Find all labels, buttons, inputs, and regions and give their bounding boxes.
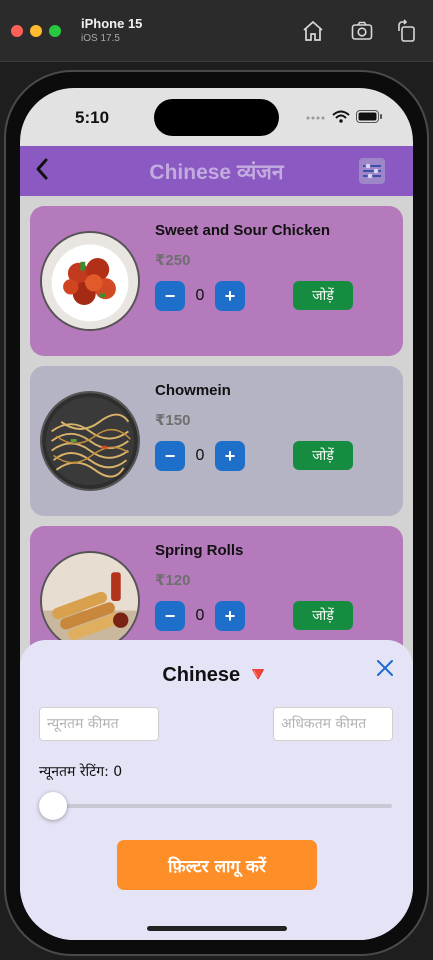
close-icon[interactable]: [375, 658, 395, 678]
close-window-button[interactable]: [11, 25, 23, 37]
filter-sheet: Chinese 🔻 न्यूनतम रेटिंग: 0 फ़िल्टर लागू…: [20, 640, 413, 940]
sheet-title: Chinese 🔻: [162, 664, 271, 686]
item-name: Sweet and Sour Chicken: [155, 222, 331, 239]
os-version: iOS 17.5: [81, 33, 120, 44]
signal-icon: [306, 116, 325, 119]
quantity-value: 0: [195, 287, 205, 304]
menu-item-card: Chowmein ₹150 − 0 + जोड़ें: [30, 366, 403, 516]
min-rating-label: न्यूनतम रेटिंग: 0: [39, 764, 123, 780]
food-image: [40, 231, 140, 331]
max-price-input[interactable]: [273, 707, 393, 741]
menu-item-card: Sweet and Sour Chicken ₹250 − 0 + जोड़ें: [30, 206, 403, 356]
quantity-stepper: − 0 +: [155, 281, 245, 311]
decrement-button[interactable]: −: [155, 281, 185, 311]
food-image: [40, 391, 140, 491]
rotate-icon[interactable]: [395, 19, 419, 43]
status-bar: 5:10: [20, 88, 413, 146]
item-name: Chowmein: [155, 382, 231, 399]
item-price: ₹150: [155, 412, 191, 429]
add-to-cart-button[interactable]: जोड़ें: [293, 281, 353, 310]
rating-slider-track[interactable]: [39, 804, 392, 808]
decrement-button[interactable]: −: [155, 441, 185, 471]
increment-button[interactable]: +: [215, 441, 245, 471]
item-price: ₹120: [155, 572, 191, 589]
device-name: iPhone 15: [81, 16, 143, 31]
apply-filter-button[interactable]: फ़िल्टर लागू करें: [117, 840, 317, 890]
decrement-button[interactable]: −: [155, 601, 185, 631]
min-price-input[interactable]: [39, 707, 159, 741]
item-name: Spring Rolls: [155, 542, 244, 559]
zoom-window-button[interactable]: [49, 25, 61, 37]
filter-icon[interactable]: [359, 158, 385, 184]
increment-button[interactable]: +: [215, 281, 245, 311]
simulator-toolbar: iPhone 15 iOS 17.5: [0, 0, 433, 62]
status-time: 5:10: [75, 108, 110, 127]
dynamic-island: [154, 99, 279, 136]
item-price: ₹250: [155, 252, 191, 269]
phone-screen: 5:10 Chinese व्यंजन Sweet and Sour Chick…: [20, 88, 413, 940]
rating-slider-thumb[interactable]: [39, 792, 67, 820]
add-to-cart-button[interactable]: जोड़ें: [293, 441, 353, 470]
home-icon[interactable]: [301, 19, 325, 43]
quantity-stepper: − 0 +: [155, 601, 245, 631]
home-indicator: [147, 926, 287, 931]
screenshot-icon[interactable]: [350, 19, 374, 43]
nav-bar: Chinese व्यंजन: [20, 146, 413, 196]
add-to-cart-button[interactable]: जोड़ें: [293, 601, 353, 630]
wifi-icon: [332, 110, 350, 123]
quantity-value: 0: [195, 607, 205, 624]
minimize-window-button[interactable]: [30, 25, 42, 37]
page-title: Chinese व्यंजन: [149, 161, 284, 184]
quantity-stepper: − 0 +: [155, 441, 245, 471]
battery-icon: [356, 110, 382, 123]
increment-button[interactable]: +: [215, 601, 245, 631]
quantity-value: 0: [195, 447, 205, 464]
food-image: [40, 551, 140, 651]
